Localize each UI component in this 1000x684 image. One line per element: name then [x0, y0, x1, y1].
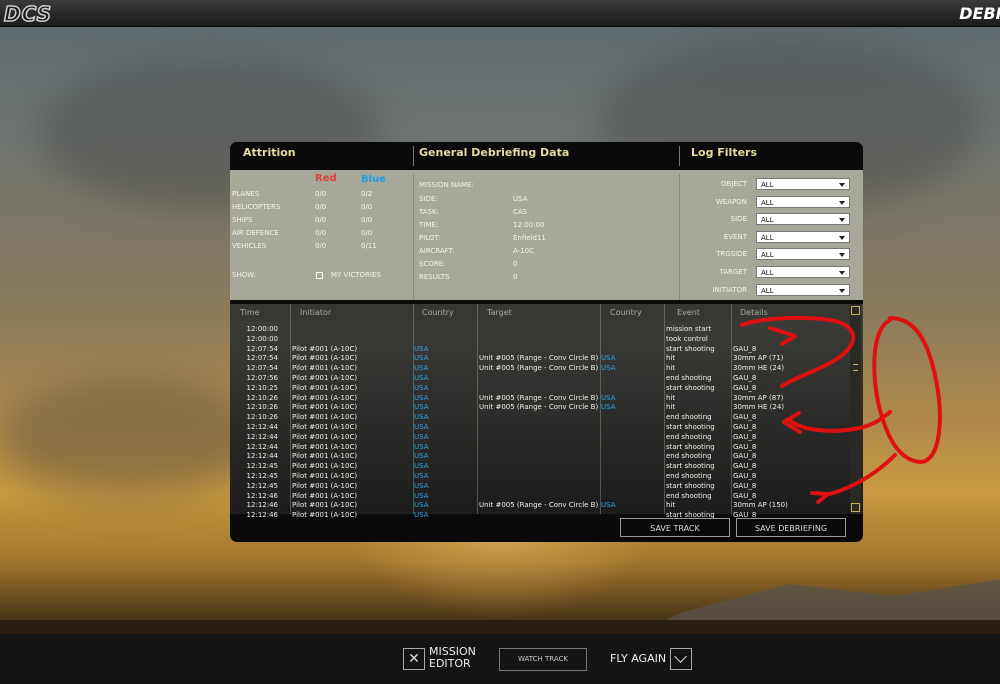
red-annotation-scribble [740, 315, 942, 504]
